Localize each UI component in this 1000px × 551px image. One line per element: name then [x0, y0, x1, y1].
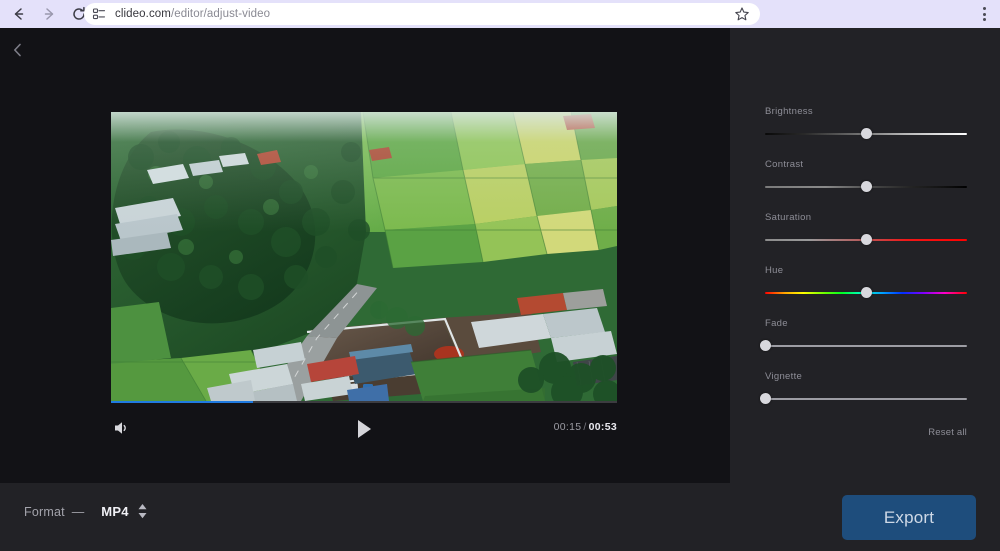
- track-fill-vignette: [765, 398, 967, 400]
- slider-label-brightness: Brightness: [765, 106, 813, 117]
- format-dash: —: [71, 504, 85, 519]
- address-bar[interactable]: clideo.com/editor/adjust-video: [84, 3, 760, 25]
- video-progress-fill: [111, 401, 253, 403]
- play-icon[interactable]: [351, 415, 377, 443]
- export-button[interactable]: Export: [842, 495, 976, 540]
- stepper-updown-icon[interactable]: [138, 504, 147, 519]
- slider-brightness: Brightness: [765, 106, 967, 140]
- format-value[interactable]: MP4: [101, 504, 128, 519]
- adjust-panel: Brightness Contrast Saturation Hue Fade …: [730, 28, 1000, 483]
- slider-label-saturation: Saturation: [765, 212, 812, 223]
- url-host: clideo.com: [115, 8, 171, 20]
- clideo-editor: 00:15/00:53 Brightness Contrast Saturati…: [0, 28, 1000, 551]
- time-display: 00:15/00:53: [554, 421, 617, 433]
- kebab-menu-icon[interactable]: [976, 6, 992, 22]
- slider-saturation: Saturation: [765, 212, 967, 246]
- slider-thumb-contrast[interactable]: [860, 181, 872, 192]
- slider-track-contrast[interactable]: [765, 181, 967, 193]
- back-chevron-icon[interactable]: [6, 38, 30, 62]
- slider-thumb-brightness[interactable]: [860, 128, 872, 139]
- site-settings-icon[interactable]: [91, 6, 107, 22]
- browser-window: clideo.com/editor/adjust-video 00:15 / 0…: [0, 0, 1000, 551]
- star-icon[interactable]: [734, 6, 750, 22]
- url-text: clideo.com/editor/adjust-video: [115, 8, 270, 20]
- slider-label-contrast: Contrast: [765, 159, 804, 170]
- slider-vignette: Vignette: [759, 371, 967, 405]
- speaker-icon[interactable]: [111, 418, 133, 440]
- browser-toolbar: clideo.com/editor/adjust-video: [0, 0, 1000, 28]
- slider-track-hue[interactable]: [765, 287, 967, 299]
- reset-all-button[interactable]: Reset all: [928, 427, 967, 438]
- format-selector[interactable]: Format — MP4: [24, 504, 147, 519]
- slider-label-vignette: Vignette: [765, 371, 803, 382]
- back-nav-icon[interactable]: [6, 1, 32, 27]
- video-preview[interactable]: [111, 112, 617, 401]
- video-progress-bar[interactable]: [111, 401, 617, 403]
- bottom-bar: Format — MP4 Export: [0, 483, 1000, 551]
- slider-thumb-fade[interactable]: [759, 340, 771, 351]
- slider-thumb-hue[interactable]: [860, 287, 872, 298]
- slider-fade: Fade: [759, 318, 967, 352]
- slider-track-brightness[interactable]: [765, 128, 967, 140]
- video-frame-image: [111, 112, 617, 401]
- slider-hue: Hue: [765, 265, 967, 299]
- current-time: 00:15: [553, 421, 582, 433]
- slider-contrast: Contrast: [765, 159, 967, 193]
- slider-track-vignette[interactable]: [759, 393, 967, 405]
- forward-nav-icon[interactable]: [36, 1, 62, 27]
- total-time: 00:53: [588, 421, 617, 433]
- slider-label-fade: Fade: [765, 318, 788, 329]
- slider-thumb-saturation[interactable]: [860, 234, 872, 245]
- url-path: /editor/adjust-video: [170, 8, 271, 20]
- slider-label-hue: Hue: [765, 265, 784, 276]
- video-stage: 00:15/00:53: [0, 28, 730, 483]
- time-separator: /: [583, 421, 587, 433]
- slider-thumb-vignette[interactable]: [759, 393, 771, 404]
- track-fill-fade: [765, 345, 967, 347]
- slider-track-saturation[interactable]: [765, 234, 967, 246]
- slider-track-fade[interactable]: [759, 340, 967, 352]
- export-button-label: Export: [883, 507, 935, 527]
- format-label: Format: [24, 504, 65, 519]
- player-controls: 00:15/00:53: [111, 410, 617, 448]
